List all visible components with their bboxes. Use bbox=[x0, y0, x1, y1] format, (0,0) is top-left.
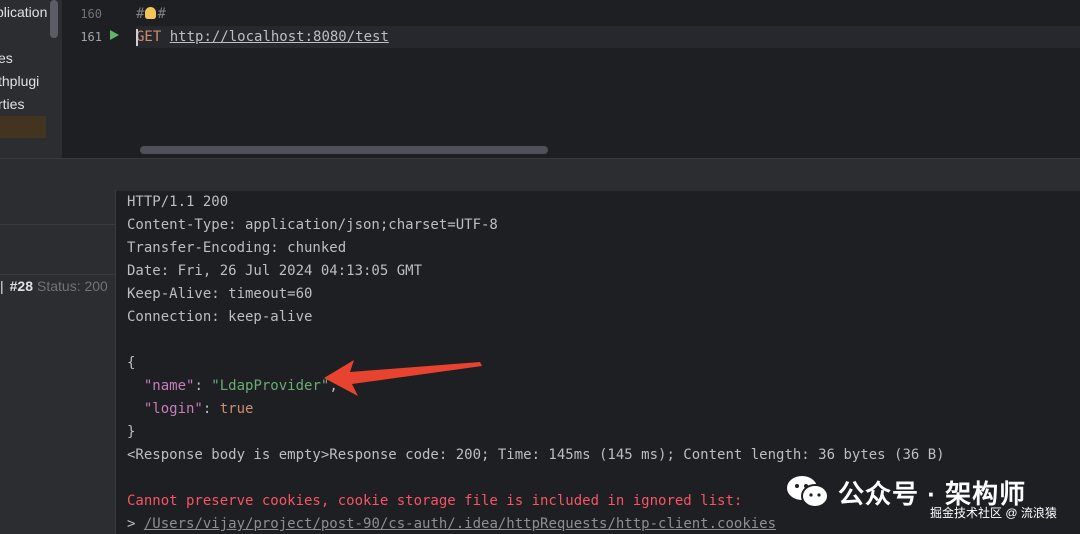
project-tree-scrollbar[interactable] bbox=[50, 0, 58, 38]
history-entry[interactable]: | #28 Status: 200 bbox=[0, 278, 108, 294]
wechat-logo-icon bbox=[787, 476, 829, 508]
request-history-pane: | #28 Status: 200 bbox=[0, 190, 116, 534]
divider bbox=[0, 224, 115, 225]
json-login-value: true bbox=[219, 401, 254, 417]
watermark-subtitle: 掘金技术社区 @ 流浪猿 bbox=[930, 506, 1057, 520]
line-number: 161 bbox=[80, 30, 102, 44]
response-header: Connection: keep-alive bbox=[127, 309, 313, 325]
scrollbar-thumb[interactable] bbox=[140, 146, 548, 154]
response-header: HTTP/1.1 200 bbox=[127, 194, 229, 210]
line-number: 160 bbox=[80, 7, 102, 21]
response-header: Transfer-Encoding: chunked bbox=[127, 240, 347, 256]
services-tool-header bbox=[0, 158, 1080, 191]
editor-horizontal-scrollbar[interactable] bbox=[136, 140, 1080, 158]
project-tree-item[interactable]: rties bbox=[0, 96, 24, 112]
text-caret bbox=[136, 29, 138, 46]
json-name-value: "LdapProvider" bbox=[211, 378, 330, 394]
annotation-arrow-shape bbox=[324, 360, 482, 396]
json-close-brace: } bbox=[127, 424, 136, 440]
intention-bulb-icon[interactable] bbox=[145, 7, 157, 19]
run-request-icon[interactable] bbox=[110, 30, 119, 40]
annotation-arrow bbox=[324, 360, 482, 396]
project-tree-pane: plication es thplugi rties bbox=[0, 0, 62, 158]
response-header: Content-Type: application/json;charset=U… bbox=[127, 217, 498, 233]
response-summary: <Response body is empty>Response code: 2… bbox=[127, 447, 945, 463]
cookie-error-message: Cannot preserve cookies, cookie storage … bbox=[127, 493, 743, 509]
request-line: GET http://localhost:8080/test bbox=[136, 29, 389, 45]
history-entry-number: #28 bbox=[9, 278, 33, 294]
project-tree-selected-row[interactable] bbox=[0, 116, 46, 138]
divider bbox=[0, 274, 115, 275]
json-login-line: "login": true bbox=[143, 401, 254, 417]
comment-line: # # bbox=[136, 6, 166, 22]
response-header: Keep-Alive: timeout=60 bbox=[127, 286, 313, 302]
cookie-file-link[interactable]: /Users/vijay/project/post-90/cs-auth/.id… bbox=[144, 516, 776, 532]
response-header: Date: Fri, 26 Jul 2024 04:13:05 GMT bbox=[127, 263, 423, 279]
http-method: GET bbox=[136, 29, 162, 45]
json-name-line: "name": "LdapProvider", bbox=[143, 378, 338, 394]
json-open-brace: { bbox=[127, 355, 136, 371]
editor-gutter: 160 161 bbox=[62, 0, 136, 158]
cookie-path-line: > /Users/vijay/project/post-90/cs-auth/.… bbox=[127, 516, 777, 532]
history-entry-status: Status: 200 bbox=[37, 278, 108, 294]
request-url[interactable]: http://localhost:8080/test bbox=[170, 29, 389, 45]
project-tree-item[interactable]: es bbox=[0, 50, 13, 66]
http-request-editor[interactable]: # # GET http://localhost:8080/test bbox=[136, 0, 1080, 158]
project-tree-item[interactable]: plication bbox=[0, 4, 47, 20]
project-tree-item[interactable]: thplugi bbox=[0, 73, 39, 89]
